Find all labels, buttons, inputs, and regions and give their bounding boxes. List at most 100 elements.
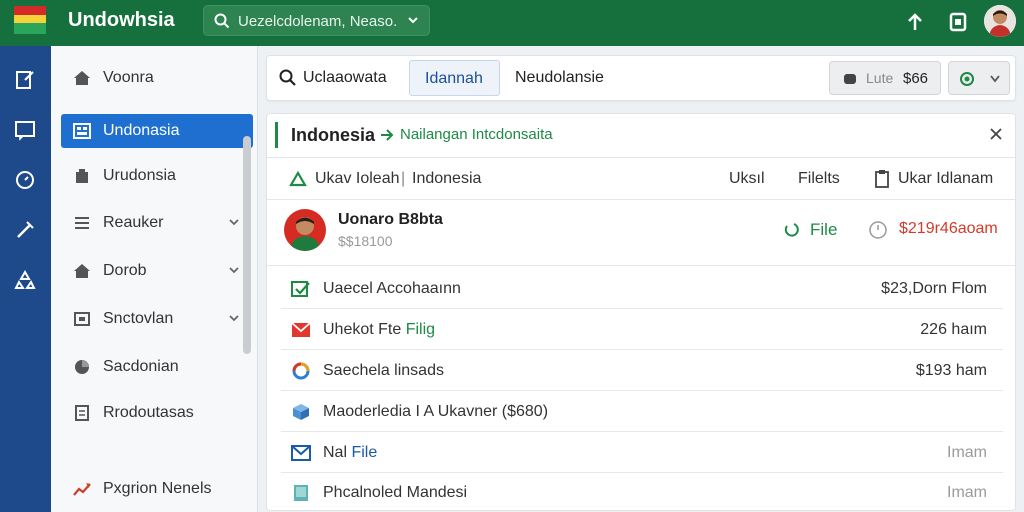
list-item-value: Imam — [947, 444, 987, 461]
info-right: Indonesia — [412, 170, 482, 187]
refresh-icon — [784, 223, 799, 237]
list-item-value: 226 haım — [920, 321, 987, 338]
sidebar-item-pxgrion-nenels[interactable]: Pxgrion Nenels — [61, 472, 253, 506]
upload-icon[interactable] — [905, 12, 925, 32]
edit-document-icon[interactable] — [13, 68, 37, 92]
chevron-down-icon — [990, 75, 1000, 83]
home-icon — [74, 71, 90, 85]
person-avatar — [284, 209, 326, 251]
header-accent-bar — [275, 122, 278, 148]
list-item[interactable]: Saechela linsads $193 ham — [281, 351, 1003, 391]
balance-button[interactable]: Lute $66 — [829, 61, 941, 95]
recycle-icon[interactable] — [13, 268, 37, 292]
global-search-text: Uezelcdolenam, Neaso. — [238, 13, 398, 30]
balance-label: Lute — [866, 70, 894, 86]
user-avatar[interactable] — [984, 5, 1016, 37]
triangle-icon — [289, 171, 307, 187]
tab-label: Idannah — [425, 70, 483, 87]
list-item[interactable]: Uaecel Accohaaınn $23,Dorn Flom — [281, 269, 1003, 309]
timer-icon — [869, 221, 887, 239]
clock-icon[interactable] — [13, 168, 37, 192]
top-bar: Undowhsia Uezelcdolenam, Neaso. — [0, 0, 1024, 46]
list-item-label: Saechela linsads — [323, 362, 444, 379]
sidebar-item-label: Snctovlan — [103, 310, 174, 327]
column-header-1[interactable]: Uksıl — [729, 170, 765, 188]
column-header-3[interactable]: Ukar Idlanam — [898, 170, 993, 188]
tab-neudolansie[interactable]: Neudolansie — [515, 69, 604, 87]
wallet-icon — [844, 74, 856, 84]
sidebar-item-sacdonian[interactable]: Sacdonian — [61, 350, 253, 384]
list-item-value: Imam — [947, 484, 987, 501]
cube-icon — [293, 404, 309, 420]
document-icon — [75, 405, 89, 421]
label-highlight: File — [351, 444, 378, 461]
list-item-label: Maoderledia I A Ukavner ($680) — [323, 403, 549, 420]
toolbar-search-label[interactable]: Uclaaowata — [303, 69, 387, 87]
close-icon[interactable] — [989, 127, 1003, 141]
sidebar-item-label: Pxgrion Nenels — [103, 480, 212, 497]
sidebar: Voonra Undonasia Urudonsia Reauker Dorob… — [51, 46, 258, 512]
pen-icon[interactable] — [13, 218, 37, 242]
flag-logo-icon — [14, 6, 46, 34]
sidebar-item-label: Sacdonian — [103, 358, 179, 375]
icon-rail — [0, 46, 51, 512]
document-icon[interactable] — [948, 12, 968, 32]
list-item-label: Phcalnoled Mandesi — [323, 484, 468, 501]
list-icon — [75, 217, 89, 229]
mail-icon — [291, 322, 311, 337]
message-icon[interactable] — [13, 118, 37, 142]
chevron-down-icon — [408, 17, 418, 24]
label-part: Nal — [323, 444, 352, 461]
status-dropdown[interactable] — [948, 61, 1010, 95]
panel-title: Indonesia — [291, 125, 376, 145]
home-icon — [74, 264, 90, 278]
dashboard-icon — [73, 123, 91, 139]
list-item[interactable]: Uhekot Fte Filig 226 haım — [281, 310, 1003, 350]
file-button[interactable]: File — [810, 220, 837, 240]
sidebar-item-label: Rrodoutasas — [103, 404, 194, 421]
check-icon — [291, 281, 310, 297]
box-icon — [74, 312, 90, 326]
content-toolbar: Uclaaowata Idannah Neudolansie Lute $66 — [266, 55, 1016, 101]
list-item-label: Uaecel Accohaaınn — [323, 280, 461, 297]
sidebar-item-urudonsia[interactable]: Urudonsia — [61, 159, 253, 193]
list-item[interactable]: Nal File Imam — [281, 433, 1003, 473]
chevron-down-icon — [229, 315, 239, 322]
panel-header: Indonesia Nailangan Intcdonsaita — [267, 114, 1015, 158]
list-item-label: Uhekot Fte Filig — [323, 321, 435, 339]
list-item-value: $23,Dorn Flom — [881, 280, 987, 297]
sidebar-item-snctovlan[interactable]: Snctovlan — [61, 302, 253, 336]
sidebar-item-reauker[interactable]: Reauker — [61, 206, 253, 240]
label-highlight: Filig — [405, 321, 436, 338]
sidebar-scrollbar[interactable] — [243, 136, 251, 354]
arrow-right-icon — [381, 129, 394, 141]
list-item[interactable]: Phcalnoled Mandesi Imam — [281, 473, 1003, 510]
chart-arrow-icon — [73, 483, 91, 496]
sidebar-item-label: Urudonsia — [103, 167, 176, 184]
search-icon[interactable] — [279, 69, 297, 87]
balance-value: $66 — [903, 70, 929, 87]
person-row[interactable]: Uonaro B8bta $$18100 File $219r46aoam — [267, 200, 1015, 266]
label-part: Uhekot Fte — [323, 321, 406, 338]
building-icon — [76, 169, 88, 183]
tab-idannah[interactable]: Idannah — [409, 60, 500, 96]
tablet-icon — [294, 485, 308, 501]
ring-icon — [292, 362, 310, 380]
sidebar-item-rrodoutasas[interactable]: Rrodoutasas — [61, 396, 253, 430]
global-search[interactable]: Uezelcdolenam, Neaso. — [203, 5, 430, 36]
detail-panel: Indonesia Nailangan Intcdonsaita Ukav Io… — [266, 113, 1016, 511]
pie-icon — [75, 360, 89, 374]
sidebar-item-voonra[interactable]: Voonra — [61, 61, 253, 95]
info-left: Ukav Ioleah — [315, 170, 400, 187]
list-item[interactable]: Maoderledia I A Ukavner ($680) — [281, 392, 1003, 432]
column-header-2[interactable]: Filelts — [798, 170, 840, 188]
search-icon — [214, 13, 230, 29]
envelope-icon — [291, 445, 311, 461]
list-item-value: $193 ham — [915, 362, 987, 379]
sidebar-item-undonasia[interactable]: Undonasia — [61, 114, 253, 148]
panel-subtitle: Nailangan Intcdonsaita — [400, 126, 553, 143]
person-amount: $$18100 — [338, 233, 393, 249]
due-amount: $219r46aoam — [899, 220, 998, 237]
clipboard-icon — [875, 170, 889, 188]
sidebar-item-dorob[interactable]: Dorob — [61, 254, 253, 288]
